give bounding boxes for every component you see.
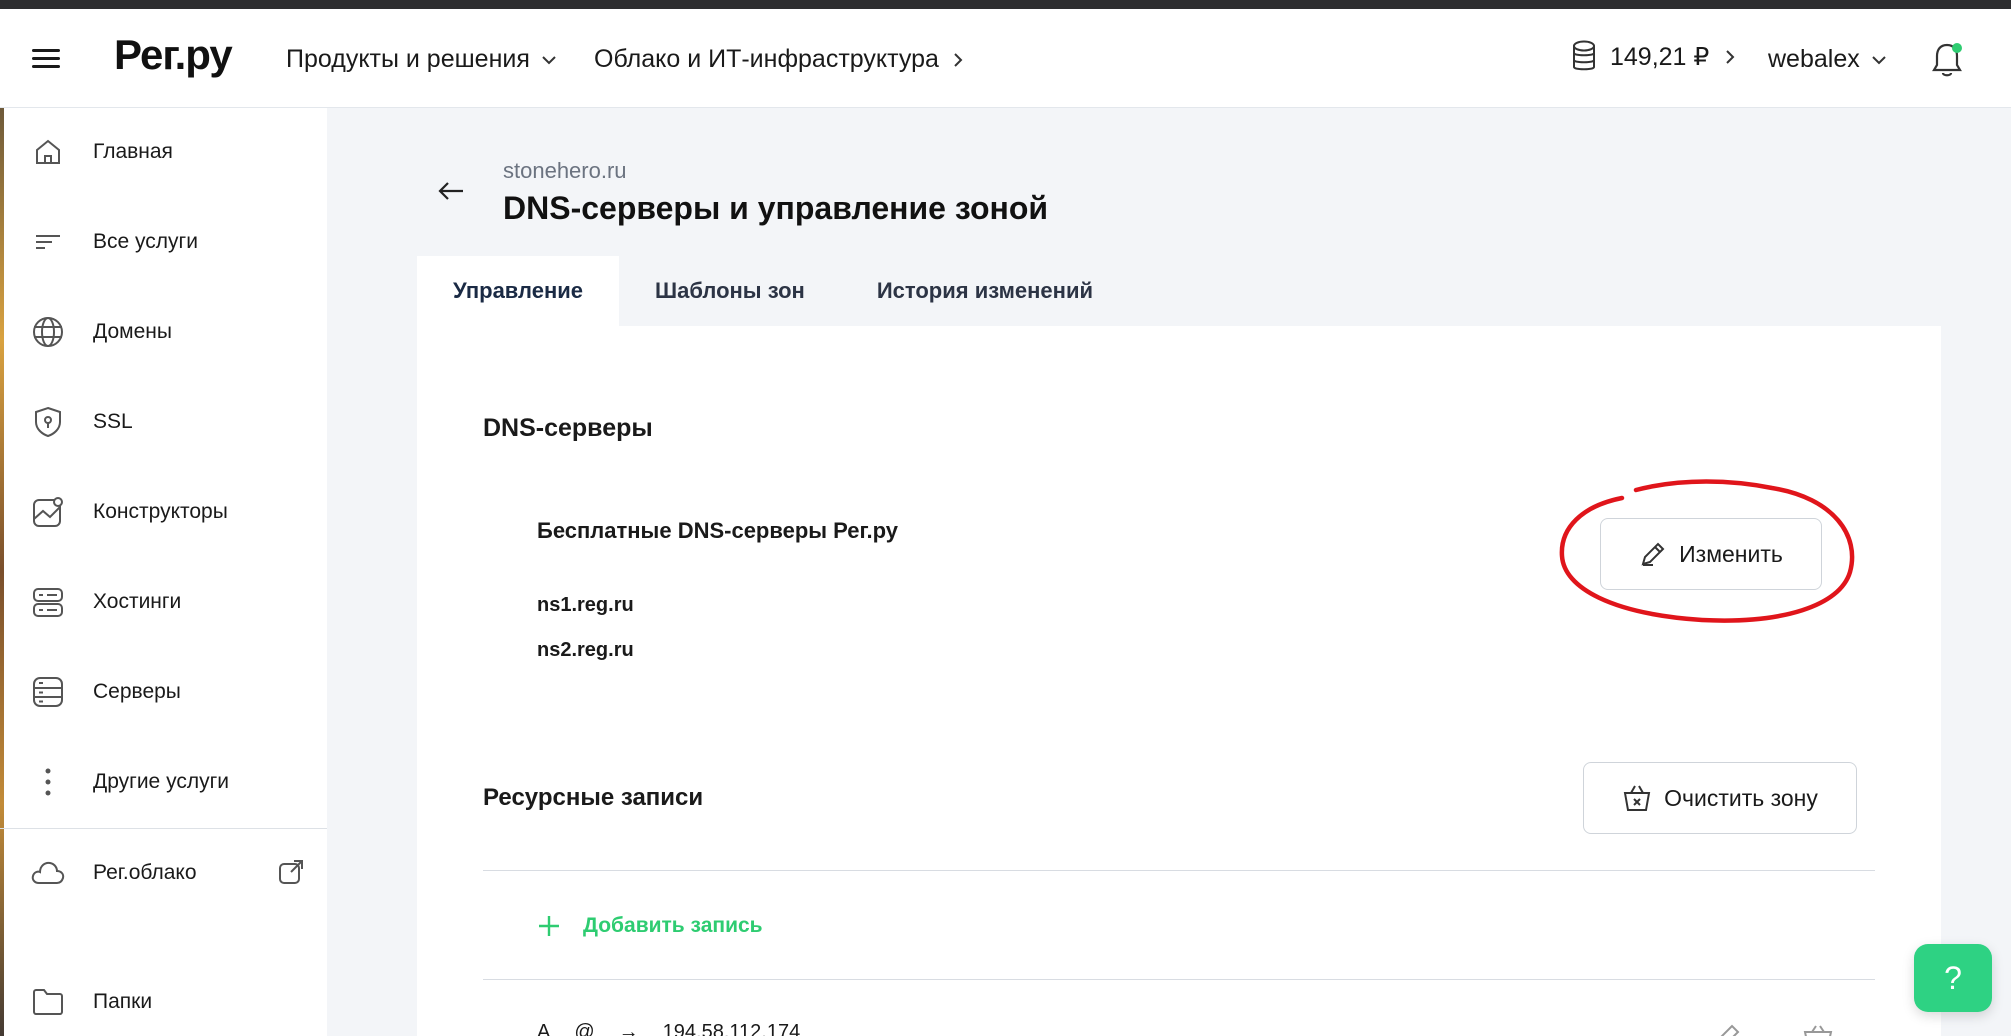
sidebar-item-label: Папки	[93, 990, 153, 1013]
basket-icon[interactable]	[1802, 1024, 1834, 1036]
constructor-icon	[33, 497, 63, 527]
chevron-down-icon	[542, 55, 556, 64]
sidebar-item-label: Главная	[93, 140, 173, 163]
sidebar-item-domains[interactable]: Домены	[28, 312, 172, 352]
home-icon	[36, 139, 60, 164]
sidebar-item-folders[interactable]: Папки	[28, 982, 152, 1022]
sidebar-item-label: SSL	[93, 410, 133, 433]
top-header: Рег.ру Продукты и решения Облако и ИТ-ин…	[0, 9, 2011, 108]
sidebar-item-all-services[interactable]: Все услуги	[28, 222, 198, 262]
page-title: DNS-серверы и управление зоной	[503, 190, 1049, 226]
hosting-icon	[33, 588, 63, 617]
globe-icon	[33, 317, 63, 347]
red-annotation-circle	[1559, 479, 1855, 623]
more-icon	[45, 768, 51, 796]
cloud-icon	[31, 861, 65, 884]
breadcrumb-domain[interactable]: stonehero.ru	[503, 158, 627, 184]
record-type: A	[537, 1021, 551, 1036]
coins-icon	[1573, 40, 1595, 71]
sidebar-item-label: Другие услуги	[93, 770, 229, 793]
record-arrow: →	[618, 1021, 639, 1036]
nav-products[interactable]: Продукты и решения	[286, 45, 558, 74]
tabs: Управление Шаблоны зон История изменений	[417, 256, 1129, 326]
bell-icon[interactable]	[1930, 41, 1964, 79]
shield-icon	[35, 406, 61, 438]
sidebar-item-ssl[interactable]: SSL	[28, 402, 133, 442]
sidebar-item-label: Домены	[93, 320, 172, 343]
divider	[483, 870, 1875, 871]
sidebar-item-hosting[interactable]: Хостинги	[28, 582, 181, 622]
sidebar-item-home[interactable]: Главная	[28, 132, 173, 172]
clear-zone-button[interactable]: Очистить зону	[1583, 762, 1857, 834]
record-host: @	[574, 1021, 595, 1036]
sidebar: Главная Все услуги Домены SSL Конструкто…	[0, 108, 327, 1036]
chevron-right-icon	[954, 52, 963, 67]
nav-cloud-label: Облако и ИТ-инфраструктура	[594, 45, 939, 73]
nav-products-label: Продукты и решения	[286, 45, 530, 73]
user-name: webalex	[1768, 45, 1860, 73]
logo[interactable]: Рег.ру	[114, 31, 233, 79]
ns-server: ns1.reg.ru	[537, 594, 634, 616]
records-section-title: Ресурсные записи	[483, 784, 704, 811]
balance-value: 149,21 ₽	[1610, 43, 1710, 71]
sidebar-item-label: Конструкторы	[93, 500, 228, 523]
add-record-button[interactable]: Добавить запись	[537, 914, 763, 938]
basket-icon	[1623, 785, 1651, 811]
sidebar-item-servers[interactable]: Серверы	[28, 672, 181, 712]
sidebar-divider	[0, 828, 327, 829]
sidebar-item-label: Хостинги	[93, 590, 182, 613]
user-menu[interactable]: webalex	[1768, 45, 1888, 74]
tab-zone-templates[interactable]: Шаблоны зон	[619, 256, 841, 326]
menu-burger-icon[interactable]	[32, 49, 60, 69]
external-link-icon[interactable]	[278, 859, 304, 885]
record-value: 194.58.112.174	[662, 1021, 801, 1036]
sidebar-item-other[interactable]: Другие услуги	[28, 762, 229, 802]
list-icon	[36, 235, 60, 249]
chevron-right-icon	[1726, 50, 1735, 64]
divider	[483, 979, 1875, 980]
dns-section-title: DNS-серверы	[483, 414, 653, 442]
table-row[interactable]: A @ → 194.58.112.174	[537, 1021, 800, 1036]
chevron-down-icon	[1872, 55, 1886, 64]
browser-top-strip	[0, 0, 2011, 9]
back-arrow-icon[interactable]	[437, 180, 465, 202]
dns-provider-name: Бесплатные DNS-серверы Рег.ру	[537, 518, 899, 543]
plus-icon	[539, 916, 559, 936]
folder-icon	[33, 989, 63, 1015]
sidebar-item-label: Серверы	[93, 680, 181, 703]
sidebar-item-label: Все услуги	[93, 230, 198, 253]
nav-cloud[interactable]: Облако и ИТ-инфраструктура	[594, 45, 967, 74]
balance[interactable]: 149,21 ₽	[1570, 39, 1739, 75]
sidebar-item-reg-cloud[interactable]: Рег.облако	[28, 853, 197, 893]
dns-card: DNS-серверы Бесплатные DNS-серверы Рег.р…	[417, 326, 1941, 1036]
sidebar-item-constructors[interactable]: Конструкторы	[28, 492, 228, 532]
tab-history[interactable]: История изменений	[841, 256, 1129, 326]
server-icon	[33, 677, 63, 707]
ns-server: ns2.reg.ru	[537, 639, 634, 661]
sidebar-item-label: Рег.облако	[93, 861, 197, 884]
tab-management[interactable]: Управление	[417, 256, 620, 326]
pencil-icon[interactable]	[1712, 1024, 1744, 1036]
main-content: stonehero.ru DNS-серверы и управление зо…	[327, 108, 2011, 1036]
help-button[interactable]: ?	[1914, 944, 1992, 1012]
add-record-label: Добавить запись	[583, 914, 763, 937]
clear-zone-label: Очистить зону	[1664, 784, 1818, 811]
